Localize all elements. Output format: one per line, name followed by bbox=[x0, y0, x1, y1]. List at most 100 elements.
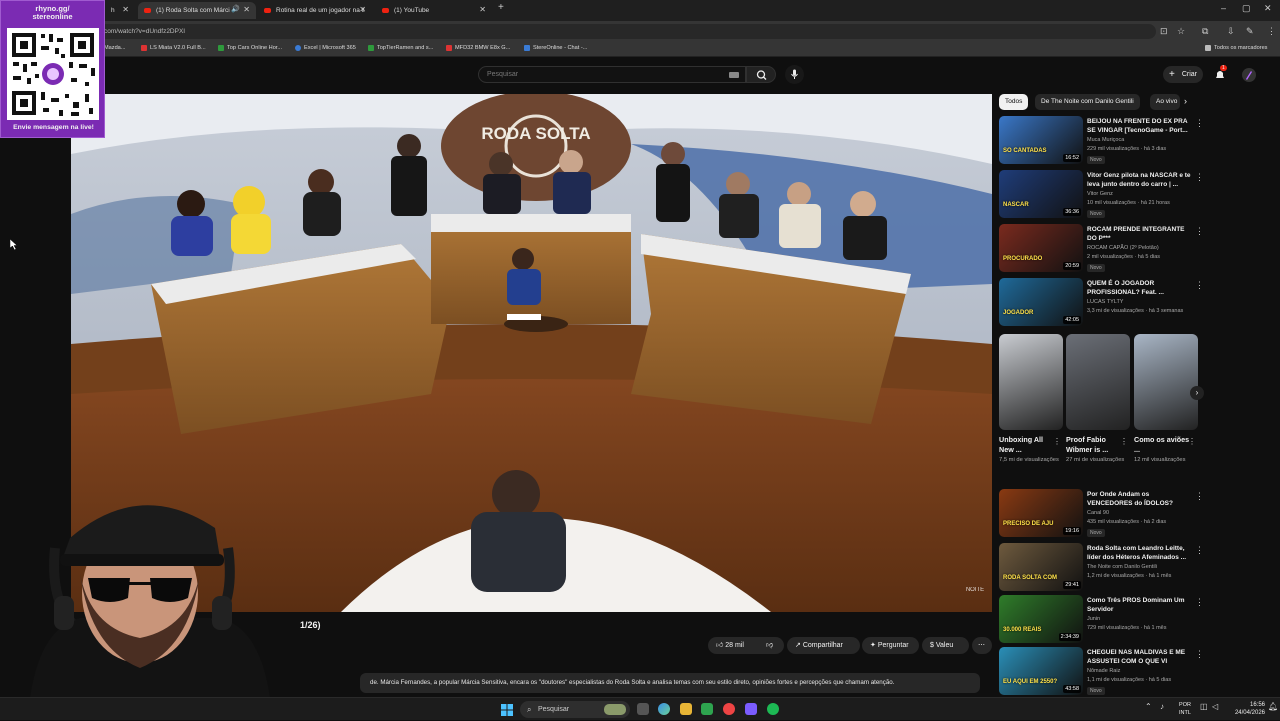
minimize-icon[interactable]: – bbox=[1221, 3, 1226, 13]
short-item[interactable]: Proof Fabio Wibmer is ... 27 mi de visua… bbox=[1066, 334, 1130, 464]
search-input[interactable]: Pesquisar bbox=[478, 66, 746, 83]
window-close-icon[interactable]: ✕ bbox=[1264, 3, 1272, 14]
youtube-favicon-icon bbox=[144, 8, 151, 13]
bookmark-star-icon[interactable]: ☆ bbox=[1177, 26, 1185, 36]
spotify-icon[interactable] bbox=[767, 703, 779, 715]
more-vertical-icon[interactable]: ⋮ bbox=[1195, 649, 1204, 660]
close-icon[interactable]: ✕ bbox=[359, 5, 366, 14]
close-icon[interactable]: ✕ bbox=[243, 5, 250, 14]
recommended-video[interactable]: PRECISO DE AJU 19:16 Por Onde Andam os VEN… bbox=[999, 489, 1204, 541]
keyboard-icon[interactable] bbox=[729, 72, 739, 78]
more-vertical-icon[interactable]: ⋮ bbox=[1195, 226, 1204, 237]
system-clock[interactable]: 16:56 24/04/2026 bbox=[1225, 701, 1265, 717]
close-icon[interactable]: ✕ bbox=[479, 5, 486, 14]
recommended-video[interactable]: PROCURADO 20:59 ROCAM PRENDE INTEGRANTE DO… bbox=[999, 224, 1204, 276]
notifications-button[interactable]: 1 bbox=[1214, 65, 1227, 86]
bookmark-item[interactable]: LS Miata V2.0 Full B... bbox=[141, 45, 206, 51]
description-box[interactable]: de. Márcia Fernandes, a popular Márcia S… bbox=[360, 673, 980, 693]
recommended-video[interactable]: NASCAR 36:36 Vitor Genz pilota na NASCAR e… bbox=[999, 170, 1204, 222]
thumbs-down-icon[interactable]: 👎︎ bbox=[766, 637, 773, 654]
more-vertical-icon[interactable]: ⋮ bbox=[1195, 280, 1204, 291]
more-vertical-icon[interactable]: ⋮ bbox=[1195, 545, 1204, 556]
tray-mic-icon[interactable]: ♪ bbox=[1160, 702, 1164, 711]
more-actions-button[interactable]: ⋯ bbox=[972, 637, 992, 654]
more-vertical-icon[interactable]: ⋮ bbox=[1195, 118, 1204, 129]
more-vertical-icon[interactable]: ⋮ bbox=[1195, 491, 1204, 502]
ask-button[interactable]: ✦ Perguntar bbox=[862, 637, 919, 654]
more-vertical-icon[interactable]: ⋮ bbox=[1120, 437, 1128, 446]
bookmark-item[interactable]: StereOnline - Chat -... bbox=[524, 45, 587, 51]
extensions-icon[interactable]: ⧉ bbox=[1202, 26, 1208, 36]
more-vertical-icon[interactable]: ⋮ bbox=[1053, 437, 1061, 446]
more-vertical-icon[interactable]: ⋮ bbox=[1195, 597, 1204, 608]
like-dislike-button[interactable]: 👍︎ 28 mil 👎︎ bbox=[708, 637, 784, 654]
menu-kebab-icon[interactable]: ⋮ bbox=[1267, 26, 1276, 36]
chevron-right-icon[interactable]: › bbox=[1184, 96, 1187, 106]
voice-search-button[interactable] bbox=[785, 65, 804, 84]
recommended-video[interactable]: JOGADOR 42:05 QUEM É O JOGADOR PROFISSIONA… bbox=[999, 278, 1204, 330]
chip-live[interactable]: Ao vivo bbox=[1150, 94, 1180, 110]
install-app-icon[interactable]: ⊡ bbox=[1160, 26, 1168, 36]
short-item[interactable]: Como os aviões ... 12 mil visualizações … bbox=[1134, 334, 1204, 464]
notification-center-icon[interactable]: 🔔︎ bbox=[1268, 702, 1278, 711]
recommended-video[interactable]: SO CANTADAS 16:52 BEIJOU NA FRENTE DO EX P… bbox=[999, 116, 1204, 168]
all-bookmarks-folder[interactable]: Todos os marcadores bbox=[1205, 45, 1267, 51]
excel-icon[interactable] bbox=[701, 703, 713, 715]
youtube-favicon-icon bbox=[382, 8, 389, 13]
bookmark-favicon-icon bbox=[446, 45, 452, 51]
browser-tab-1[interactable]: h ✕ bbox=[105, 2, 135, 19]
pen-icon[interactable]: ✎ bbox=[1246, 26, 1254, 36]
new-tab-plus-icon[interactable]: + bbox=[498, 2, 504, 13]
recommended-video[interactable]: RODA SOLTA COM 29:41 Roda Solta com Leandr… bbox=[999, 543, 1204, 595]
more-vertical-icon[interactable]: ⋮ bbox=[1195, 172, 1204, 183]
discord-icon[interactable] bbox=[745, 703, 757, 715]
browser-tab-2[interactable]: (1) Roda Solta com Márci 🔊 ✕ bbox=[138, 2, 256, 19]
address-bar[interactable]: com/watch?v=dUndfz2DPXI bbox=[96, 24, 1156, 39]
bookmark-item[interactable]: Excel | Microsoft 365 bbox=[295, 45, 356, 51]
avatar[interactable] bbox=[1242, 68, 1256, 82]
video-meta: 729 mil visualizações · há 1 mês bbox=[1087, 625, 1167, 631]
tray-chevron-up-icon[interactable]: ⌃ bbox=[1145, 702, 1152, 711]
chip-from-channel[interactable]: De The Noite com Danilo Gentili bbox=[1035, 94, 1140, 110]
download-icon[interactable]: ⇩ bbox=[1227, 26, 1235, 36]
thumbnail-text: NASCAR bbox=[1003, 202, 1029, 208]
video-thumbnail: EU AQUI EM 2550? 43:58 bbox=[999, 647, 1083, 695]
short-item[interactable]: Unboxing All New ... 7,5 mi de visualiza… bbox=[999, 334, 1063, 464]
file-explorer-icon[interactable] bbox=[680, 703, 692, 715]
task-view-icon[interactable] bbox=[637, 703, 649, 715]
share-button[interactable]: ↗ Compartilhar bbox=[787, 637, 860, 654]
like-count: 28 mil bbox=[725, 642, 744, 649]
speaker-icon[interactable]: 🔊 bbox=[231, 5, 240, 13]
recommended-video[interactable]: 30.000 REAIS 2:34:39 Como Três PROS Domina… bbox=[999, 595, 1204, 647]
shorts-next-arrow-icon[interactable]: › bbox=[1190, 386, 1204, 400]
language-indicator[interactable]: POR INTL bbox=[1174, 701, 1196, 717]
plus-icon: + bbox=[1169, 69, 1175, 80]
video-title: Vitor Genz pilota na NASCAR e te leva ju… bbox=[1087, 172, 1191, 188]
short-thumbnail bbox=[1066, 334, 1130, 430]
new-badge: Novo bbox=[1087, 264, 1105, 272]
close-icon[interactable]: ✕ bbox=[122, 5, 129, 14]
create-button[interactable]: + Criar bbox=[1163, 66, 1203, 83]
edge-browser-icon[interactable] bbox=[658, 703, 670, 715]
bookmark-item[interactable]: TopTierRamen and s... bbox=[368, 45, 433, 51]
search-button[interactable] bbox=[746, 66, 776, 83]
browser-tab-4[interactable]: (1) YouTube ✕ bbox=[376, 2, 492, 19]
volume-icon[interactable]: ◁ bbox=[1212, 702, 1218, 711]
network-icon[interactable]: ◫ bbox=[1200, 702, 1208, 711]
chrome-icon[interactable] bbox=[723, 703, 735, 715]
start-button[interactable] bbox=[501, 703, 513, 716]
browser-tab-3[interactable]: Rotina real de um jogador na ll ✕ bbox=[258, 2, 372, 19]
more-vertical-icon[interactable]: ⋮ bbox=[1188, 437, 1196, 446]
bookmark-item[interactable]: Top Cars Online Hor... bbox=[218, 45, 282, 51]
sparkle-icon: ✦ bbox=[870, 642, 878, 649]
bookmark-item[interactable]: Mazda... bbox=[104, 45, 125, 51]
overlay-cta: Envie mensagem na live! bbox=[13, 124, 94, 131]
bookmark-item[interactable]: MFD32 BMW E8x G... bbox=[446, 45, 510, 51]
chip-all[interactable]: Todos bbox=[999, 94, 1029, 110]
recommended-video[interactable]: EU AQUI EM 2550? 43:58 CHEGUEI NAS MALDIVA… bbox=[999, 647, 1204, 699]
thanks-button[interactable]: $ Valeu bbox=[922, 637, 969, 654]
browser-toolbar: com/watch?v=dUndfz2DPXI ⊡ ☆ ⧉ ⇩ ✎ ⋮ bbox=[0, 21, 1280, 42]
taskbar-search[interactable]: ⌕ Pesquisar bbox=[520, 701, 630, 718]
set-logo-text: RODA SOLTA bbox=[481, 124, 590, 143]
maximize-icon[interactable]: ▢ bbox=[1242, 3, 1251, 14]
